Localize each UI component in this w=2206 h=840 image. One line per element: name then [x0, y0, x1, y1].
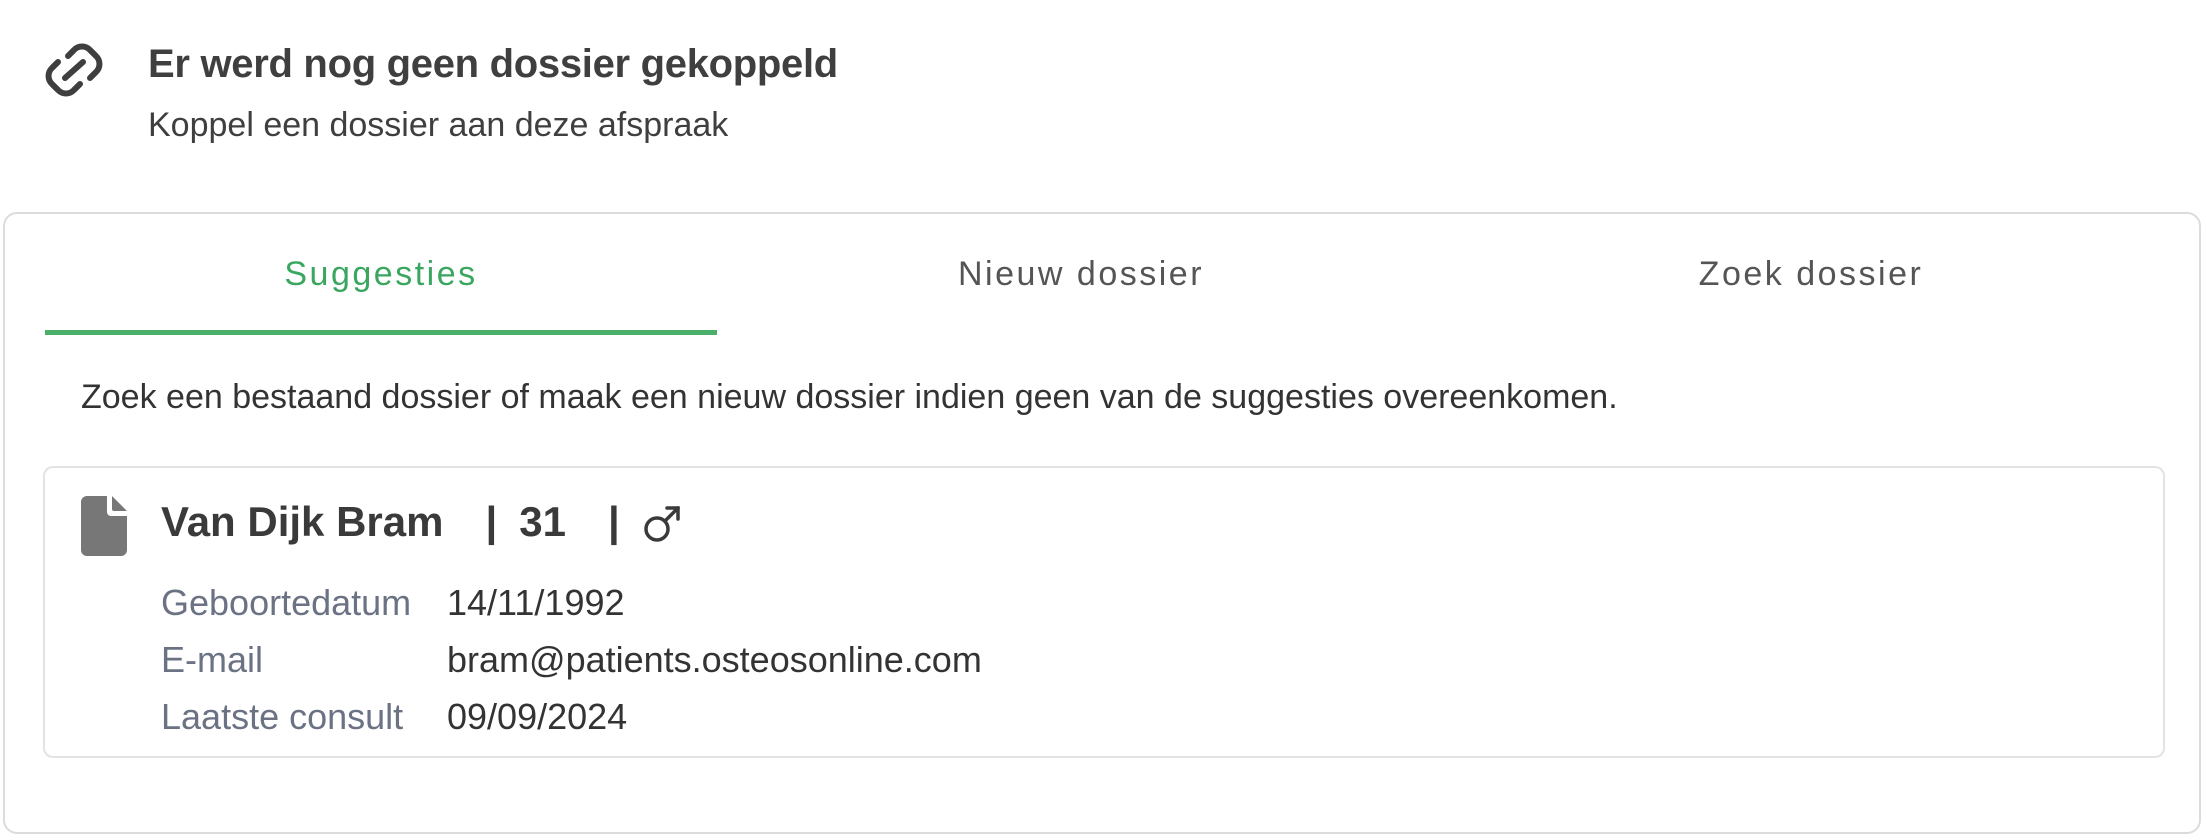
patient-summary: Van Dijk Bram | 31 | — [161, 494, 682, 550]
detail-label: Laatste consult — [161, 695, 404, 737]
detail-row-email: E-mail bram@patients.osteosonline.com — [161, 631, 982, 688]
detail-row-last-consult: Laatste consult 09/09/2024 — [161, 688, 982, 745]
detail-value: 09/09/2024 — [447, 695, 628, 737]
detail-label: E-mail — [161, 638, 264, 680]
tab-new-dossier[interactable]: Nieuw dossier — [745, 214, 1417, 334]
file-icon — [81, 496, 127, 556]
patient-details: Geboortedatum 14/11/1992 E-mail bram@pat… — [161, 574, 982, 745]
patient-name: Van Dijk Bram — [161, 498, 444, 545]
detail-row-birthdate: Geboortedatum 14/11/1992 — [161, 574, 982, 631]
link-icon — [45, 43, 103, 97]
patient-age: 31 — [519, 498, 566, 545]
link-dossier-panel: Suggesties Nieuw dossier Zoek dossier Zo… — [3, 212, 2201, 834]
header-subtitle: Koppel een dossier aan deze afspraak — [148, 106, 729, 144]
header-title: Er werd nog geen dossier gekoppeld — [148, 42, 838, 86]
active-tab-indicator — [45, 330, 717, 335]
empty-link-header: Er werd nog geen dossier gekoppeld Koppe… — [38, 38, 1838, 158]
separator: | — [485, 498, 498, 545]
helper-text: Zoek een bestaand dossier of maak een ni… — [81, 378, 1618, 416]
detail-value: 14/11/1992 — [447, 581, 625, 623]
separator: | — [607, 498, 620, 545]
tab-search-dossier[interactable]: Zoek dossier — [1475, 214, 2147, 334]
suggestion-card[interactable]: Van Dijk Bram | 31 | Geboortedatum 14/11… — [43, 466, 2165, 758]
detail-label: Geboortedatum — [161, 581, 412, 623]
detail-value: bram@patients.osteosonline.com — [447, 638, 982, 680]
tab-bar: Suggesties Nieuw dossier Zoek dossier — [45, 214, 2169, 338]
tab-suggestions[interactable]: Suggesties — [45, 214, 717, 334]
male-icon — [643, 506, 680, 542]
